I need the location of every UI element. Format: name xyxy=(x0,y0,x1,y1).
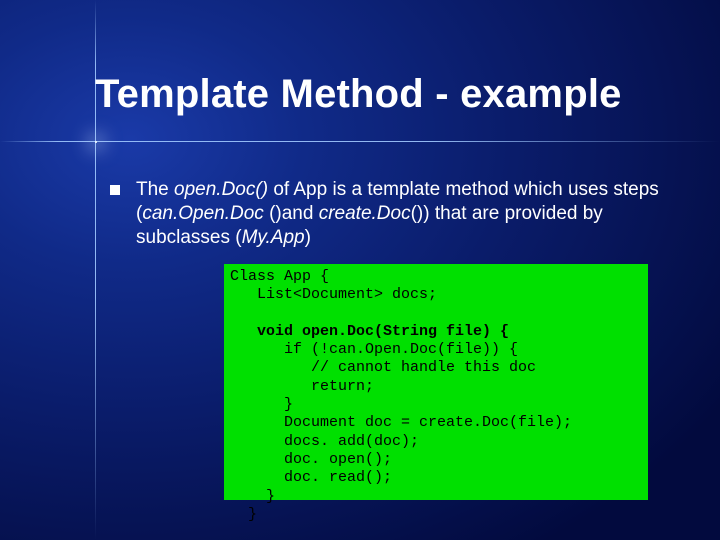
code-line: return; xyxy=(230,378,374,395)
slide-body: The open.Doc() of App is a template meth… xyxy=(110,178,690,249)
code-line: } xyxy=(230,396,293,413)
decor-lens-flare xyxy=(95,141,97,143)
code-block: Class App { List<Document> docs; void op… xyxy=(224,264,648,500)
text-seg: The xyxy=(136,179,174,200)
code-line: docs. add(doc); xyxy=(230,433,419,450)
text-emph: can.Open.Doc xyxy=(142,203,269,224)
decor-horizontal-line xyxy=(0,141,720,142)
code-line: } xyxy=(230,488,275,505)
text-seg: ) xyxy=(305,227,311,248)
code-line: doc. open(); xyxy=(230,451,392,468)
code-line: List<Document> docs; xyxy=(230,286,437,303)
code-line: if (!can.Open.Doc(file)) { xyxy=(230,341,518,358)
slide-title: Template Method - example xyxy=(95,72,690,117)
slide: Template Method - example The open.Doc()… xyxy=(0,0,720,540)
text-emph: My.App xyxy=(242,227,305,248)
code-line: doc. read(); xyxy=(230,469,392,486)
code-line: void open.Doc(String file) { xyxy=(230,323,509,340)
text-emph: create.Doc xyxy=(319,203,411,224)
code-line: Class App { xyxy=(230,268,329,285)
bullet-text: The open.Doc() of App is a template meth… xyxy=(136,178,690,249)
code-line: Document doc = create.Doc(file); xyxy=(230,414,572,431)
text-emph: open.Doc() xyxy=(174,179,273,200)
code-line: // cannot handle this doc xyxy=(230,359,536,376)
bullet-item: The open.Doc() of App is a template meth… xyxy=(110,178,690,249)
text-seg: ()and xyxy=(269,203,319,224)
bullet-square-icon xyxy=(110,185,120,195)
code-line: } xyxy=(230,506,257,523)
